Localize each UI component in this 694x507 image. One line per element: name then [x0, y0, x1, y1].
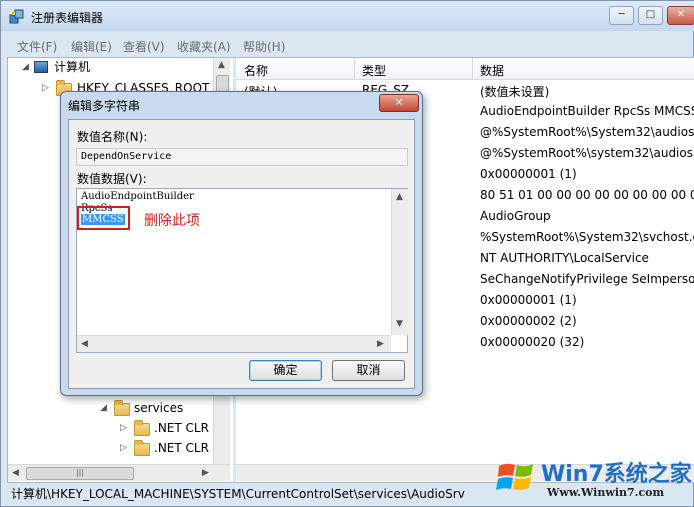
value-data-cell: 0x00000020 (32) — [480, 335, 585, 349]
computer-icon — [34, 61, 48, 73]
dialog-title: 编辑多字符串 — [68, 99, 141, 113]
scroll-right-icon[interactable]: ▶ — [377, 339, 384, 349]
windows-logo-icon — [496, 463, 533, 490]
column-header-type[interactable]: 类型 — [362, 62, 386, 79]
value-name-field: DependOnService — [76, 148, 408, 166]
edit-multistring-dialog: 编辑多字符串 ✕ 数值名称(N): DependOnService 数值数据(V… — [60, 91, 423, 396]
window-title: 注册表编辑器 — [31, 11, 104, 25]
menu-favorites[interactable]: 收藏夹(A) — [177, 38, 231, 55]
annotation-highlight-box — [77, 206, 130, 230]
dialog-close-button[interactable]: ✕ — [379, 94, 419, 112]
collapse-icon[interactable]: ◢ — [100, 404, 109, 413]
scroll-right-icon[interactable]: ▶ — [202, 468, 209, 478]
expand-icon[interactable]: ▷ — [42, 84, 51, 93]
value-data-label: 数值数据(V): — [77, 172, 147, 186]
value-data-cell: AudioEndpointBuilder RpcSs MMCSS — [480, 104, 694, 118]
registry-editor-icon — [9, 9, 24, 24]
tree-label: .NET CLR — [154, 421, 209, 435]
collapse-icon[interactable]: ◢ — [22, 63, 31, 72]
scroll-up-icon[interactable]: ▲ — [218, 60, 225, 70]
menu-view[interactable]: 查看(V) — [123, 38, 165, 55]
tree-label: .NET CLR — [154, 441, 209, 455]
value-data-cell: NT AUTHORITY\LocalService — [480, 251, 649, 265]
scroll-left-icon[interactable]: ◀ — [12, 468, 19, 478]
folder-icon — [134, 440, 150, 456]
menu-bar: 文件(F) 编辑(E) 查看(V) 收藏夹(A) 帮助(H) — [1, 36, 694, 56]
value-name-label: 数值名称(N): — [77, 130, 148, 144]
expand-icon[interactable]: ▷ — [120, 444, 129, 453]
tree-horizontal-scrollbar[interactable]: ◀ ||| ▶ — [8, 464, 230, 481]
value-data-cell: %SystemRoot%\System32\svchost.ex — [480, 230, 694, 244]
annotation-text: 删除此项 — [144, 213, 200, 229]
value-data-cell: 80 51 01 00 00 00 00 00 00 00 00 00 — [480, 188, 694, 202]
column-header-data[interactable]: 数据 — [480, 62, 504, 79]
folder-icon — [114, 400, 130, 416]
column-divider[interactable] — [472, 58, 473, 80]
tree-label: services — [134, 401, 184, 415]
menu-file[interactable]: 文件(F) — [17, 38, 57, 55]
tree-hscroll-thumb[interactable]: ||| — [26, 467, 134, 480]
cancel-button[interactable]: 取消 — [332, 360, 405, 381]
value-data-cell: SeChangeNotifyPrivilege SeImperson — [480, 272, 694, 286]
data-vertical-scrollbar[interactable]: ▲ ▼ — [391, 189, 408, 335]
value-data-cell: @%SystemRoot%\System32\audiosrv — [480, 125, 694, 139]
site-watermark: Win7系统之家 Www.Winwin7.com — [495, 456, 692, 502]
data-horizontal-scrollbar[interactable]: ◀ ▶ — [77, 335, 391, 352]
value-data-cell: 0x00000001 (1) — [480, 167, 577, 181]
value-data-cell: 0x00000001 (1) — [480, 293, 577, 307]
minimize-button[interactable]: ─ — [609, 6, 634, 25]
expand-icon[interactable]: ▷ — [120, 424, 129, 433]
watermark-brand: Win7系统之家 — [541, 462, 692, 487]
watermark-url: Www.Winwin7.com — [547, 486, 665, 499]
tree-label: 计算机 — [54, 60, 91, 74]
menu-help[interactable]: 帮助(H) — [243, 38, 285, 55]
value-data-cell: (数值未设置) — [480, 85, 550, 99]
ok-button[interactable]: 确定 — [249, 360, 322, 381]
value-data-cell: AudioGroup — [480, 209, 551, 223]
column-header-name[interactable]: 名称 — [244, 62, 268, 79]
menu-edit[interactable]: 编辑(E) — [71, 38, 112, 55]
value-data-cell: @%SystemRoot%\system32\audiosrv — [480, 146, 694, 160]
data-line: AudioEndpointBuilder — [81, 191, 194, 202]
scroll-left-icon[interactable]: ◀ — [81, 339, 88, 349]
column-divider[interactable] — [354, 58, 355, 80]
value-data-cell: 0x00000002 (2) — [480, 314, 577, 328]
scroll-down-icon[interactable]: ▼ — [396, 319, 403, 329]
list-header: 名称 类型 数据 — [236, 58, 694, 80]
title-bar[interactable]: 注册表编辑器 ─ □ ✕ — [1, 1, 694, 31]
maximize-button[interactable]: □ — [638, 6, 663, 25]
dialog-body: 数值名称(N): DependOnService 数值数据(V): AudioE… — [68, 119, 415, 389]
folder-icon — [134, 420, 150, 436]
scroll-up-icon[interactable]: ▲ — [396, 192, 403, 202]
close-button[interactable]: ✕ — [667, 6, 694, 25]
